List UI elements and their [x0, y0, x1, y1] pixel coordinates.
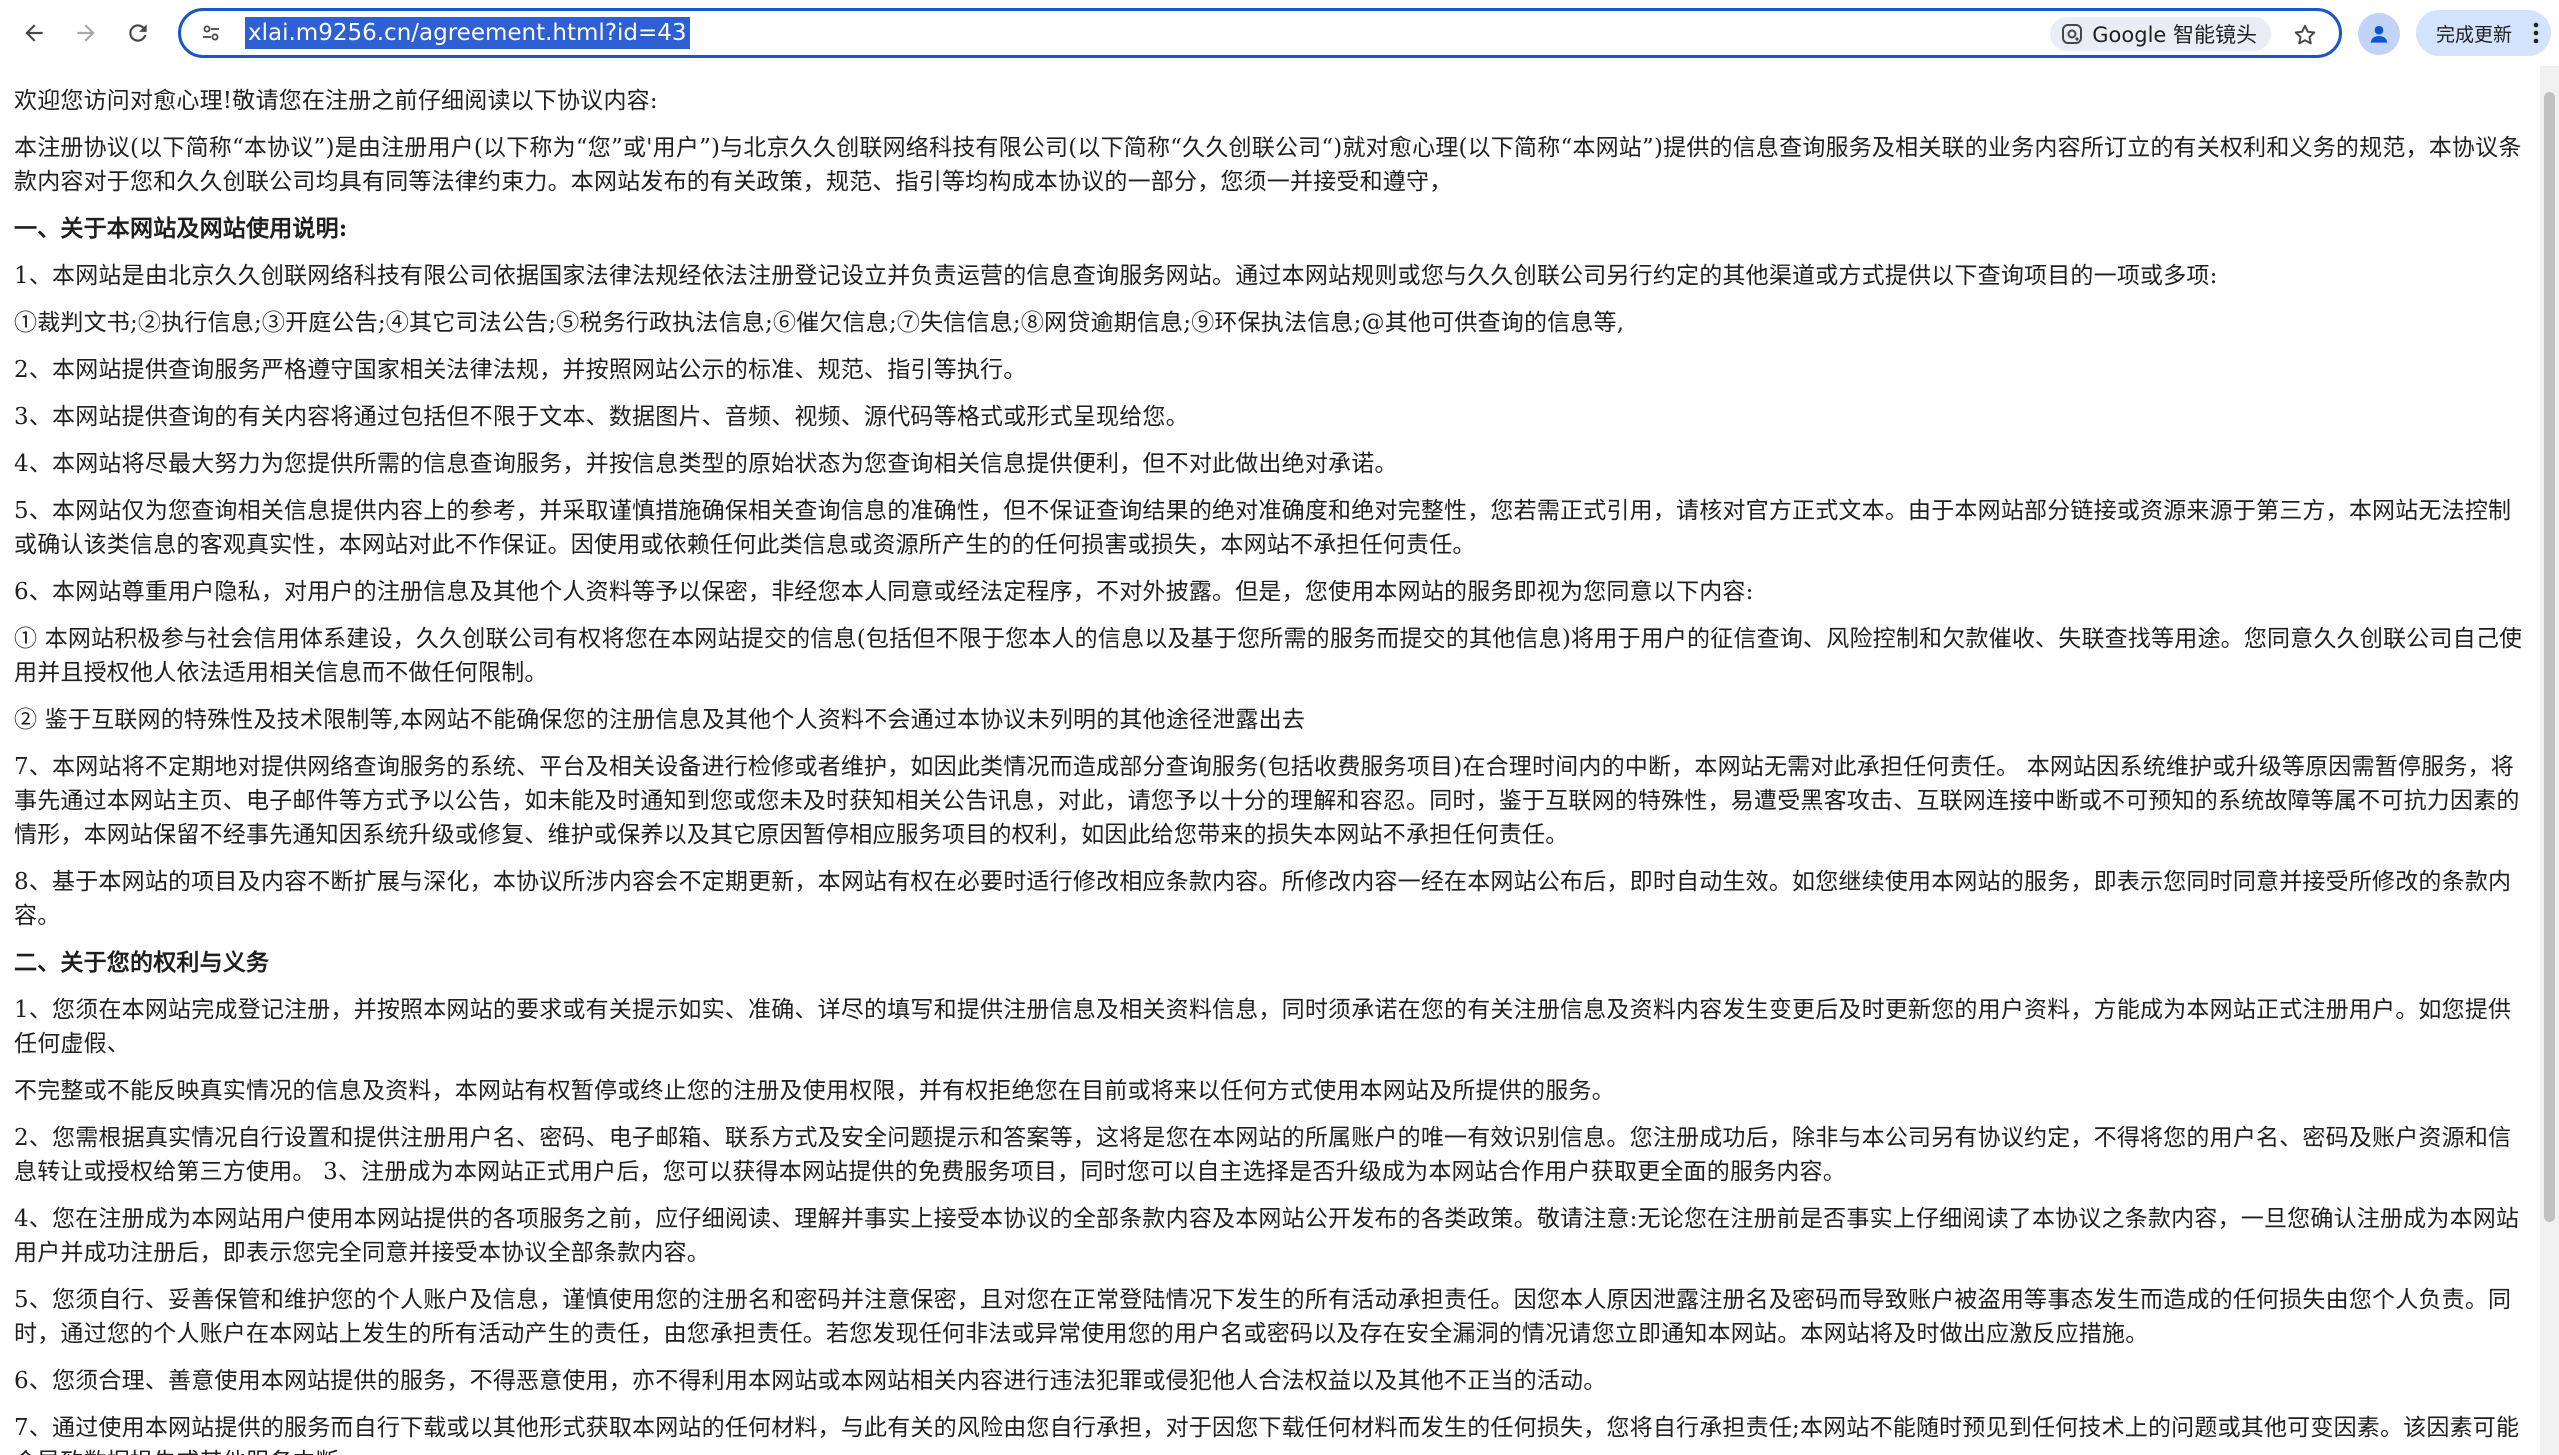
agreement-paragraph: 1、您须在本网站完成登记注册，并按照本网站的要求或有关提示如实、准确、详尽的填写… — [14, 997, 2512, 1057]
back-arrow-icon — [25, 24, 43, 42]
agreement-paragraph: 4、本网站将尽最大努力为您提供所需的信息查询服务，并按信息类型的原始状态为您查询… — [14, 451, 1398, 477]
bookmark-button[interactable] — [2285, 15, 2325, 55]
update-label: 完成更新 — [2436, 23, 2513, 46]
site-info-button[interactable] — [191, 13, 231, 53]
section-heading: 二、关于您的权利与义务 — [14, 949, 270, 976]
page-scrollbar[interactable] — [2540, 66, 2559, 1455]
browser-toolbar: xlai.m9256.cn/agreement.html?id=43 Googl… — [0, 0, 2559, 66]
star-icon — [2294, 24, 2316, 45]
agreement-paragraph: 2、本网站提供查询服务严格遵守国家相关法律法规，并按照网站公示的标准、规范、指引… — [14, 357, 1027, 383]
agreement-paragraph: 5、本网站仅为您查询相关信息提供内容上的参考，并采取谨慎措施确保相关查询信息的准… — [14, 498, 2512, 558]
agreement-paragraph: 2、您需根据真实情况自行设置和提供注册用户名、密码、电子邮箱、联系方式及安全问题… — [14, 1125, 2512, 1185]
person-icon — [2370, 25, 2388, 43]
tune-icon — [203, 25, 219, 41]
profile-button[interactable] — [2358, 13, 2400, 55]
back-button[interactable] — [8, 7, 60, 59]
lens-icon — [2062, 24, 2083, 44]
agreement-paragraph: 1、本网站是由北京久久创联网络科技有限公司依据国家法律法规经依法注册登记设立并负… — [14, 263, 2218, 289]
reload-button[interactable] — [112, 7, 164, 59]
agreement-paragraph: 不完整或不能反映真实情况的信息及资料，本网站有权暂停或终止您的注册及使用权限，并… — [14, 1078, 1615, 1104]
agreement-paragraph: ① 本网站积极参与社会信用体系建设，久久创联公司有权将您在本网站提交的信息(包括… — [14, 626, 2523, 686]
update-button[interactable]: 完成更新 — [2416, 10, 2551, 56]
forward-button[interactable] — [60, 7, 112, 59]
url-text[interactable]: xlai.m9256.cn/agreement.html?id=43 — [245, 17, 690, 49]
forward-arrow-icon — [77, 24, 95, 42]
agreement-paragraph: 6、您须合理、善意使用本网站提供的服务，不得恶意使用，亦不得利用本网站或本网站相… — [14, 1368, 1607, 1394]
lens-label: Google 智能镜头 — [2092, 23, 2257, 47]
agreement-paragraph: 7、本网站将不定期地对提供网络查询服务的系统、平台及相关设备进行检修或者维护，如… — [14, 754, 2520, 848]
agreement-paragraph: 4、您在注册成为本网站用户使用本网站提供的各项服务之前，应仔细阅读、理解并事实上… — [14, 1206, 2520, 1266]
reload-icon — [129, 24, 147, 42]
agreement-paragraph: 7、通过使用本网站提供的服务而自行下载或以其他形式获取本网站的任何材料，与此有关… — [14, 1415, 2520, 1455]
address-bar[interactable]: xlai.m9256.cn/agreement.html?id=43 Googl… — [178, 8, 2342, 58]
agreement-paragraph: 6、本网站尊重用户隐私，对用户的注册信息及其他个人资料等予以保密，非经您本人同意… — [14, 579, 1754, 605]
agreement-paragraph: ② 鉴于互联网的特殊性及技术限制等,本网站不能确保您的注册信息及其他个人资料不会… — [14, 707, 1306, 733]
agreement-paragraph: 本注册协议(以下简称“本协议”)是由注册用户(以下称为“您”或'用户”)与北京久… — [14, 135, 2522, 195]
section-heading: 一、关于本网站及网站使用说明: — [14, 215, 348, 242]
agreement-content: 欢迎您访问对愈心理!敬请您在注册之前仔细阅读以下协议内容: 本注册协议(以下简称“… — [0, 66, 2540, 1455]
agreement-paragraph: ①裁判文书;②执行信息;③开庭公告;④其它司法公告;⑤税务行政执法信息;⑥催欠信… — [14, 310, 1625, 336]
scrollbar-thumb[interactable] — [2544, 92, 2555, 1222]
agreement-paragraph: 5、您须自行、妥善保管和维护您的个人账户及信息，谨慎使用您的注册名和密码并注意保… — [14, 1287, 2512, 1347]
agreement-paragraph: 3、本网站提供查询的有关内容将通过包括但不限于文本、数据图片、音频、视频、源代码… — [14, 404, 1189, 430]
more-vert-icon[interactable] — [2533, 21, 2539, 45]
agreement-paragraph: 8、基于本网站的项目及内容不断扩展与深化，本协议所涉内容会不定期更新，本网站有权… — [14, 869, 2512, 929]
google-lens-button[interactable]: Google 智能镜头 — [2050, 17, 2271, 51]
agreement-paragraph: 欢迎您访问对愈心理!敬请您在注册之前仔细阅读以下协议内容: — [14, 88, 658, 114]
